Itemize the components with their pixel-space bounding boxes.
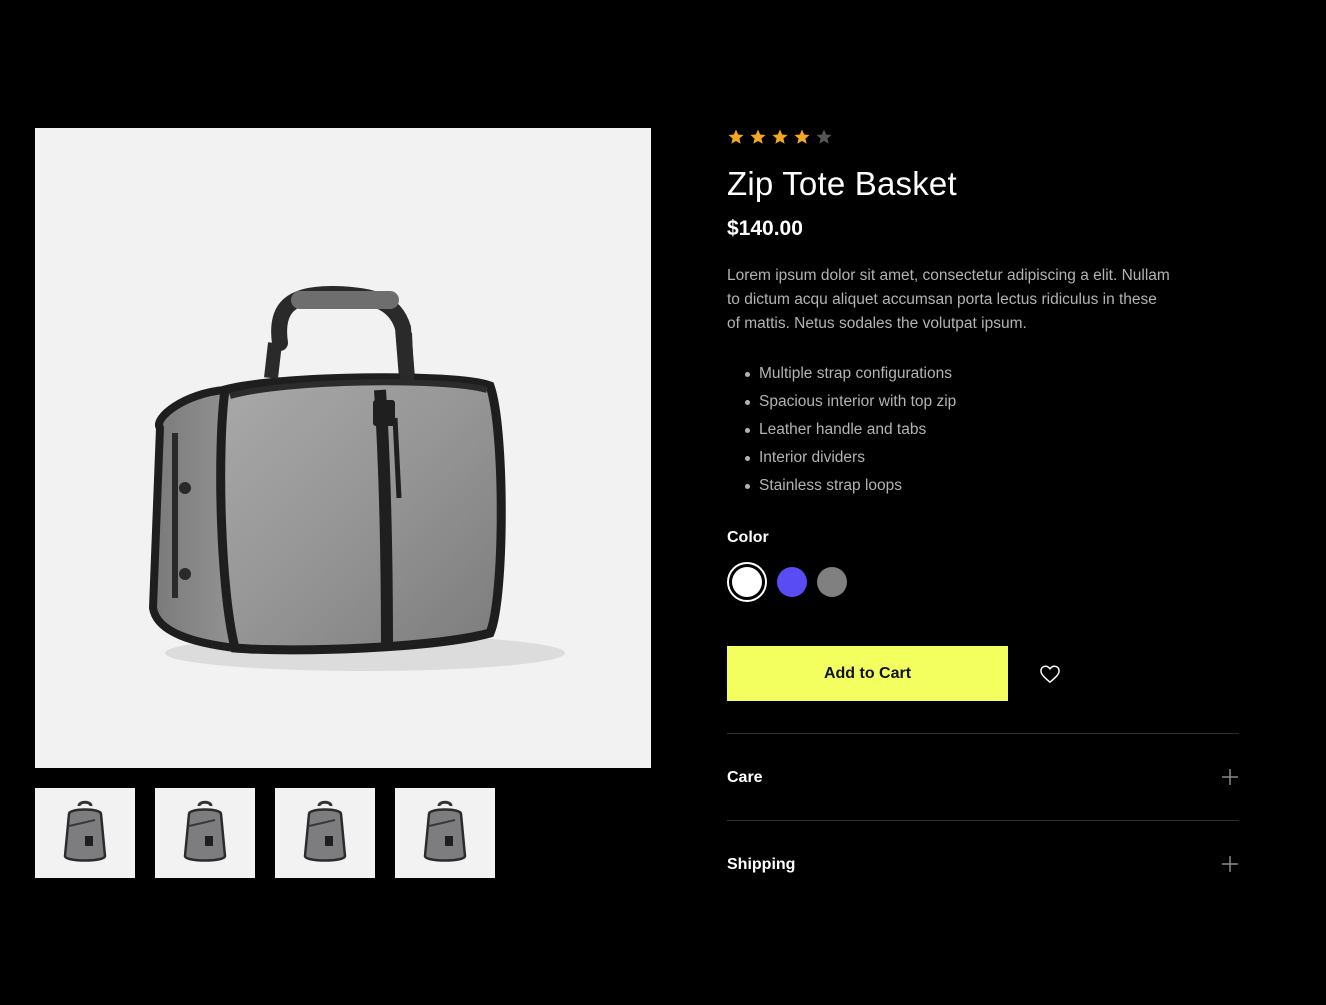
accordion-label: Care: [727, 769, 763, 786]
feature-item: Multiple strap configurations: [745, 360, 1239, 388]
backpack-thumbnail-image: [303, 800, 347, 862]
thumbnail-1[interactable]: [35, 788, 135, 878]
backpack-thumbnail-image: [63, 800, 107, 862]
product-description: Lorem ipsum dolor sit amet, consectetur …: [727, 267, 1170, 332]
color-swatches: [727, 562, 1239, 602]
cart-row: Add to Cart: [727, 646, 1239, 701]
backpack-thumbnail-image: [423, 800, 467, 862]
color-swatch-fill: [732, 567, 762, 597]
thumbnail-3[interactable]: [275, 788, 375, 878]
star-empty-icon: [816, 129, 832, 144]
backpack-thumbnail-image: [183, 800, 227, 862]
color-swatch-gray[interactable]: [817, 567, 847, 597]
feature-list: Multiple strap configurations Spacious in…: [727, 360, 1239, 500]
plus-icon: [1222, 856, 1238, 872]
accordion-item-care[interactable]: Care: [727, 733, 1239, 820]
thumbnail-strip: [35, 788, 495, 878]
product-price: $140.00: [727, 217, 803, 240]
product-title: Zip Tote Basket: [727, 165, 957, 202]
feature-item: Spacious interior with top zip: [745, 388, 1239, 416]
star-filled-icon: [728, 129, 744, 144]
accordion-label: Shipping: [727, 856, 796, 873]
thumbnail-2[interactable]: [155, 788, 255, 878]
wishlist-button[interactable]: [1038, 662, 1062, 686]
color-swatch-white[interactable]: [727, 562, 767, 602]
feature-item: Interior dividers: [745, 444, 1239, 472]
product-page: Zip Tote Basket $140.00 Lorem ipsum dolo…: [0, 0, 1326, 1005]
star-filled-icon: [772, 129, 788, 144]
plus-icon: [1222, 769, 1238, 785]
heart-icon: [1040, 665, 1060, 683]
star-rating: [727, 126, 1239, 148]
star-filled-icon: [794, 129, 810, 144]
feature-item: Leather handle and tabs: [745, 416, 1239, 444]
main-product-image: [35, 128, 651, 768]
product-details: Zip Tote Basket $140.00 Lorem ipsum dolo…: [727, 126, 1239, 907]
color-swatch-blue[interactable]: [777, 567, 807, 597]
accordion-item-shipping[interactable]: Shipping: [727, 820, 1239, 907]
feature-item: Stainless strap loops: [745, 472, 1239, 500]
color-label: Color: [727, 529, 769, 546]
star-filled-icon: [750, 129, 766, 144]
add-to-cart-button[interactable]: Add to Cart: [727, 646, 1008, 701]
thumbnail-4[interactable]: [395, 788, 495, 878]
product-accordion: Care Shipping: [727, 733, 1239, 907]
